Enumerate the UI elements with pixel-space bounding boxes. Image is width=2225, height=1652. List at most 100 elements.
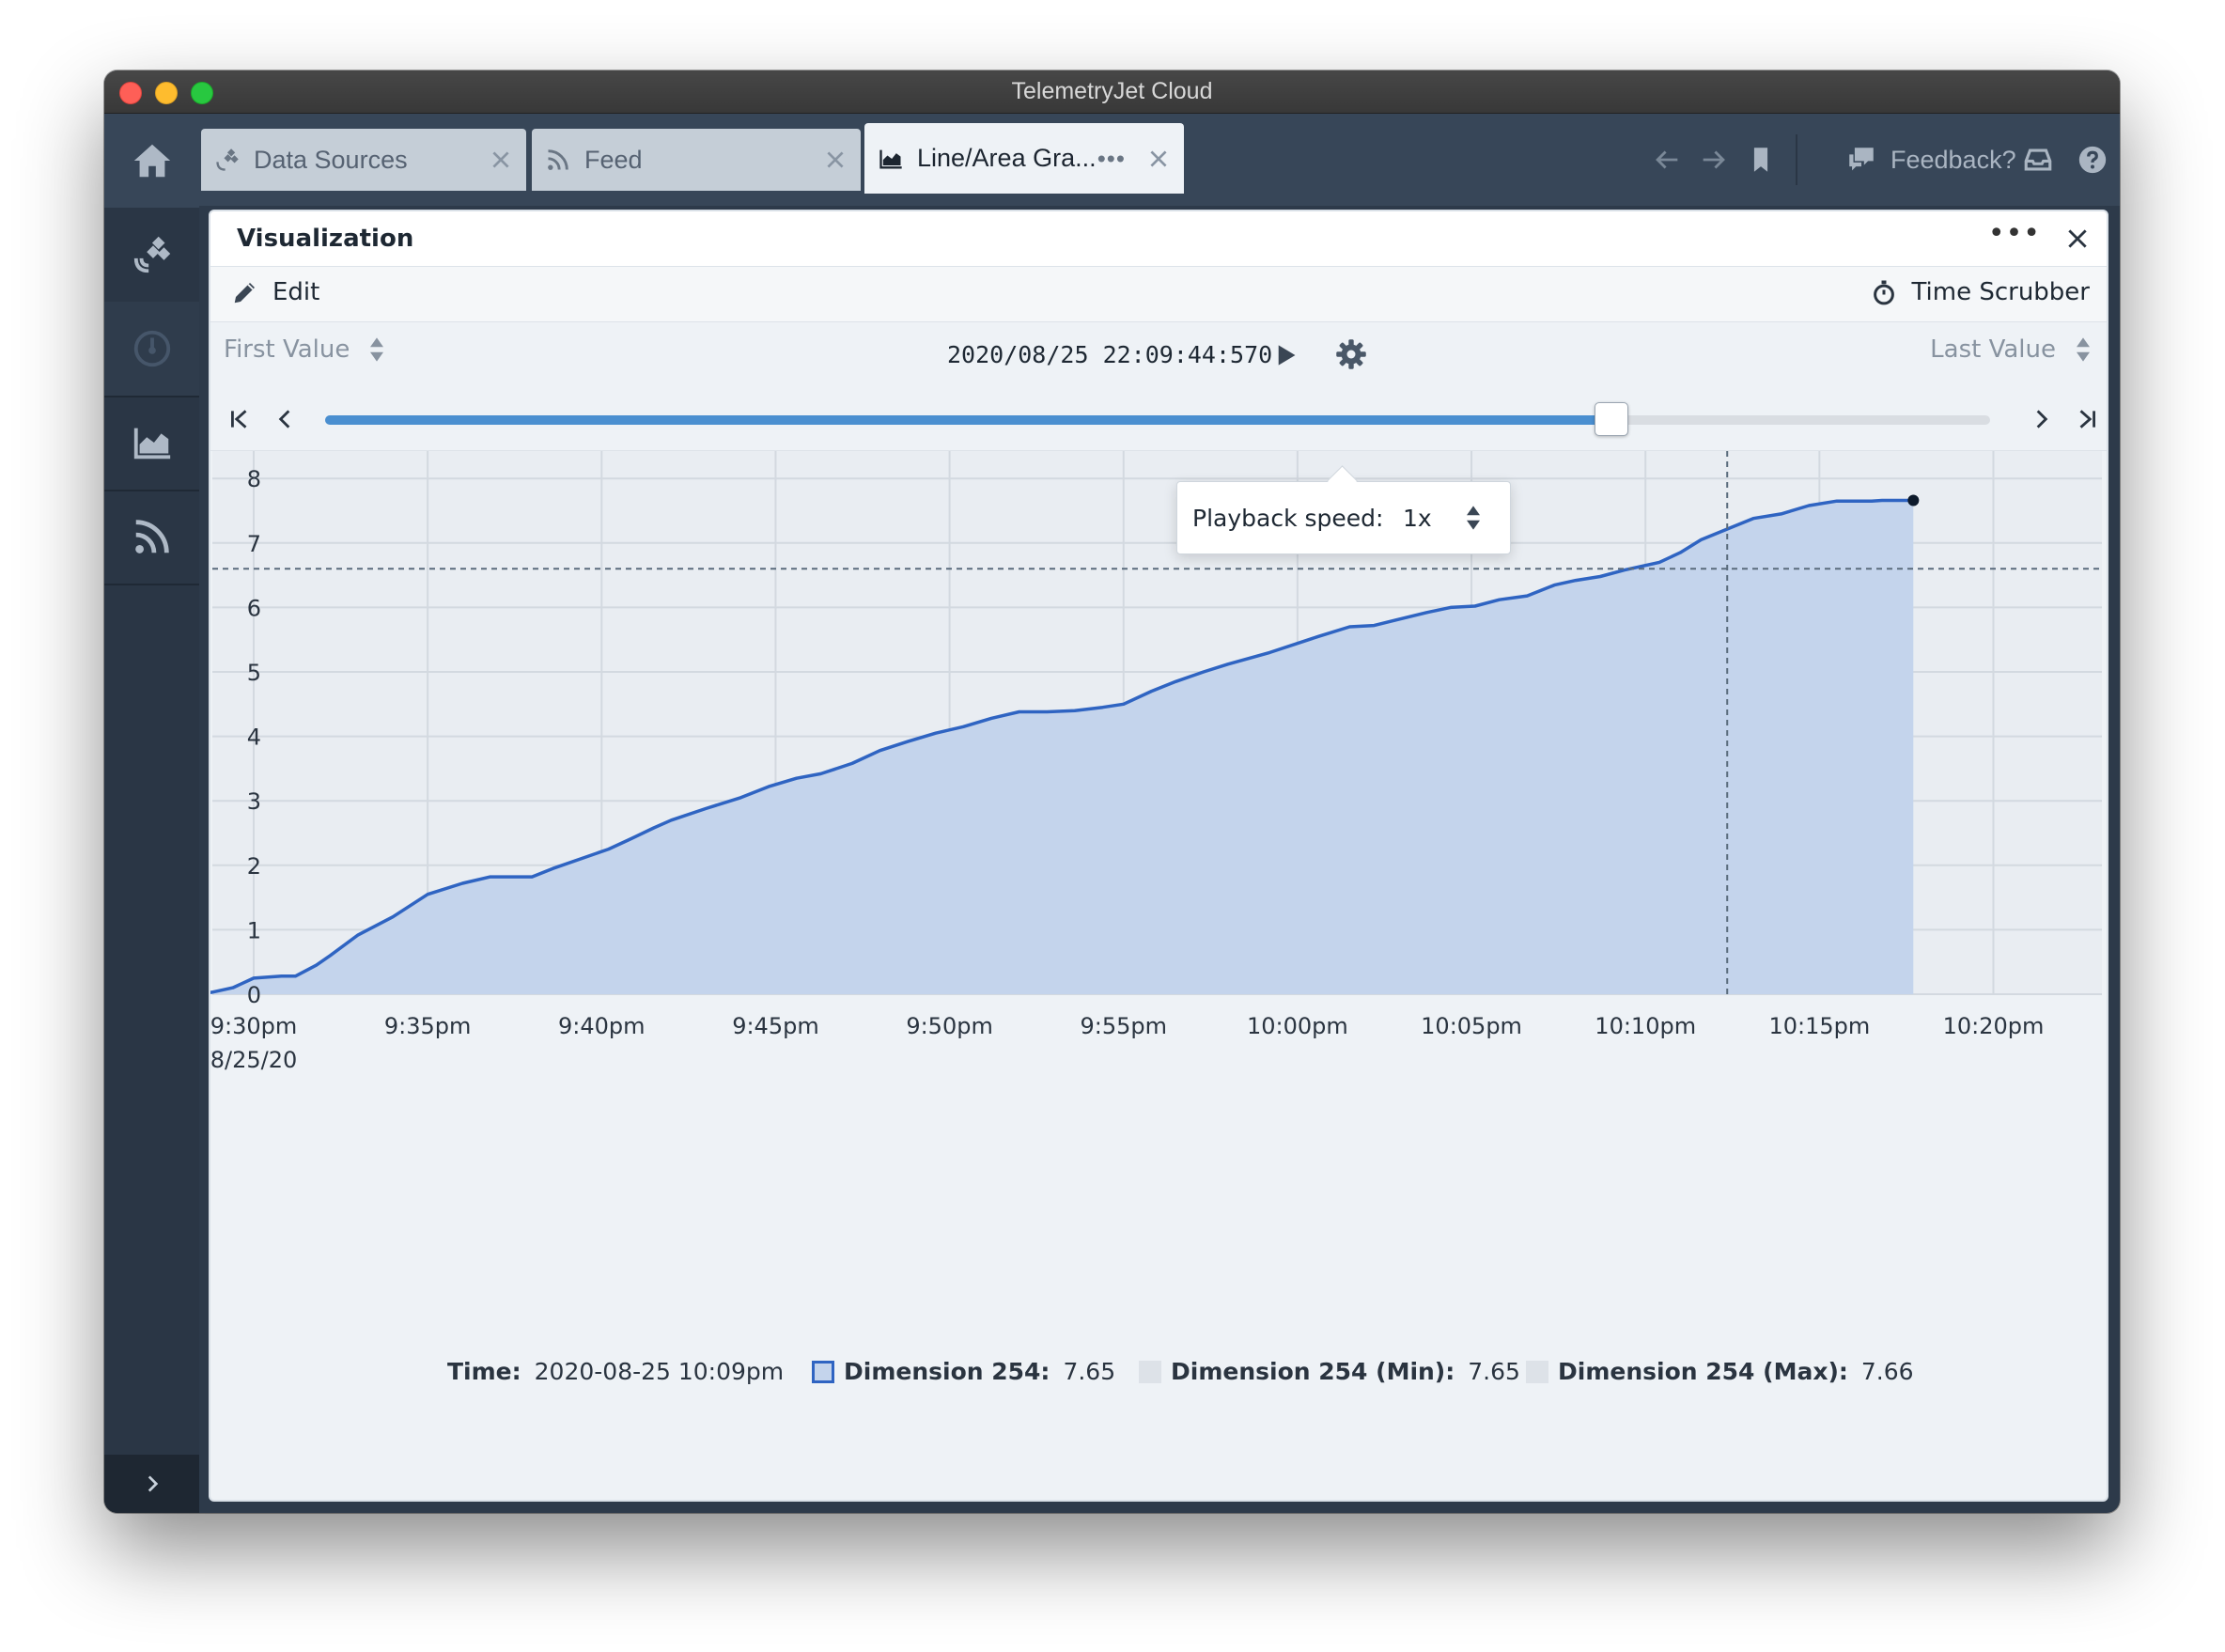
satellite-icon: [133, 236, 170, 273]
scrubber-handle[interactable]: [1595, 402, 1628, 436]
series-endpoint-marker: [1907, 494, 1920, 507]
arrow-left-icon[interactable]: [1651, 144, 1683, 176]
x-tick-label: 9:50pm: [906, 1013, 993, 1039]
y-tick-label: 3: [247, 788, 261, 815]
scrubber-progress: [325, 415, 1610, 425]
panel-toolbar: Edit Time Scrubber: [210, 267, 2107, 322]
end-mode-value: Last Value: [1930, 335, 2056, 364]
y-tick-label: 1: [247, 917, 261, 943]
x-tick-label: 10:20pm: [1943, 1013, 2045, 1039]
history-controls: [1651, 114, 1777, 206]
sidebar: [104, 114, 199, 1513]
close-icon[interactable]: [1146, 147, 1171, 171]
x-tick-label: 10:10pm: [1595, 1013, 1696, 1039]
y-tick-label: 8: [247, 466, 261, 492]
sidebar-item-data-sources[interactable]: [104, 208, 199, 304]
panel-title: Visualization: [237, 225, 414, 253]
feedback-label: Feedback?: [1890, 145, 2016, 174]
legend-swatch: [1139, 1360, 1161, 1383]
y-tick-label: 5: [247, 660, 261, 686]
pencil-icon: [234, 283, 255, 304]
tab-label: Data Sources: [254, 145, 408, 174]
legend-item-series-max[interactable]: Dimension 254 (Max): 7.66: [1526, 1358, 1914, 1385]
playback-speed-select[interactable]: 1x: [1403, 505, 1432, 532]
sidebar-item-dashboard[interactable]: [104, 302, 199, 397]
play-icon[interactable]: [1275, 343, 1298, 367]
up-down-arrows-icon: [370, 337, 384, 362]
legend-item-series-min[interactable]: Dimension 254 (Min): 7.65: [1139, 1358, 1520, 1385]
title-bar: TelemetryJet Cloud: [104, 70, 2120, 114]
legend-swatch: [812, 1360, 834, 1383]
scrubber-slider-row: [210, 388, 2107, 451]
divider: [1796, 134, 1797, 185]
y-tick-label: 2: [247, 853, 261, 880]
legend-label: Dimension 254 (Max):: [1558, 1358, 1848, 1385]
skip-to-end-icon[interactable]: [2075, 407, 2099, 431]
tab-label: Feed: [584, 145, 643, 174]
tab-line-area-graph[interactable]: Line/Area Gra... •••: [864, 123, 1184, 194]
scrubber-track[interactable]: [325, 402, 1990, 436]
gear-icon[interactable]: [1334, 337, 1368, 371]
legend-time-label: Time:: [447, 1358, 521, 1385]
sidebar-item-charts[interactable]: [104, 396, 199, 491]
legend-value: 7.65: [1063, 1358, 1116, 1385]
scrubber-controls: First Value 2020/08/25 22:09:44:570 Last…: [210, 322, 2107, 388]
x-tick-label: 9:55pm: [1080, 1013, 1167, 1039]
end-mode-select[interactable]: Last Value: [1930, 335, 2092, 364]
up-down-arrows-icon: [2077, 337, 2090, 362]
time-scrubber-label: Time Scrubber: [1911, 278, 2090, 306]
skip-to-start-icon[interactable]: [227, 407, 252, 431]
close-icon[interactable]: [2065, 226, 2090, 251]
edit-button[interactable]: Edit: [231, 278, 319, 306]
tab-data-sources[interactable]: Data Sources: [201, 129, 526, 191]
start-mode-value: First Value: [224, 335, 350, 364]
legend-item-series[interactable]: Dimension 254: 7.65: [812, 1358, 1115, 1385]
x-tick-label: 10:05pm: [1421, 1013, 1522, 1039]
arrow-right-icon[interactable]: [1698, 144, 1730, 176]
y-tick-label: 0: [247, 982, 261, 1008]
satellite-icon: [214, 146, 242, 174]
feedback-button[interactable]: Feedback?: [1845, 114, 2016, 206]
legend-value: 7.66: [1860, 1358, 1914, 1385]
visualization-panel: Visualization ••• Edit Time Scrubber Fir…: [209, 210, 2108, 1502]
start-mode-select[interactable]: First Value: [224, 335, 385, 364]
up-down-arrows-icon[interactable]: [1465, 505, 1482, 531]
inbox-icon[interactable]: [2022, 144, 2054, 176]
more-options-icon[interactable]: •••: [1097, 144, 1126, 173]
x-tick-date-label: 8/25/20: [210, 1047, 297, 1073]
legend-value: 7.65: [1468, 1358, 1520, 1385]
close-icon[interactable]: [823, 148, 848, 172]
sidebar-expand-button[interactable]: [104, 1455, 199, 1513]
tab-label: Line/Area Gra...: [917, 144, 1097, 172]
window-title: TelemetryJet Cloud: [1011, 78, 1213, 104]
line-area-chart[interactable]: 0 1 2 3 4 5 6 7 8 9:30pm 9:35pm 9:40pm 9:45pm 9:50pm 9…: [210, 451, 2104, 1297]
bookmark-icon[interactable]: [1745, 144, 1777, 176]
rss-icon: [545, 146, 573, 174]
x-tick-label: 10:15pm: [1768, 1013, 1870, 1039]
step-forward-icon[interactable]: [2030, 407, 2054, 431]
gauge-icon: [133, 330, 170, 367]
legend-time: Time: 2020-08-25 10:09pm: [447, 1358, 784, 1385]
close-icon[interactable]: [489, 148, 513, 172]
y-tick-label: 7: [247, 531, 261, 557]
legend-swatch: [1526, 1360, 1548, 1383]
time-scrubber-button[interactable]: Time Scrubber: [1870, 278, 2090, 306]
sidebar-item-feed[interactable]: [104, 490, 199, 585]
panel-header: Visualization •••: [210, 211, 2107, 267]
legend-time-value: 2020-08-25 10:09pm: [534, 1358, 785, 1385]
stopwatch-icon: [1874, 280, 1895, 305]
tab-bar: Data Sources Feed Line/Area Gra... ••• F…: [199, 114, 2120, 206]
app-window: TelemetryJet Cloud Data Sources Feed Lin…: [104, 70, 2120, 1513]
chat-bubbles-icon: [1849, 148, 1874, 171]
x-tick-label: 9:35pm: [384, 1013, 472, 1039]
x-tick-label: 9:45pm: [732, 1013, 819, 1039]
home-icon: [133, 144, 170, 178]
help-icon[interactable]: [2077, 144, 2108, 176]
tab-feed[interactable]: Feed: [532, 129, 861, 191]
more-options-icon[interactable]: •••: [1988, 217, 2041, 250]
edit-label: Edit: [272, 278, 320, 306]
step-back-icon[interactable]: [272, 407, 297, 431]
sidebar-item-home[interactable]: [104, 114, 199, 208]
rss-icon: [134, 520, 169, 553]
current-timestamp: 2020/08/25 22:09:44:570: [947, 341, 1273, 368]
